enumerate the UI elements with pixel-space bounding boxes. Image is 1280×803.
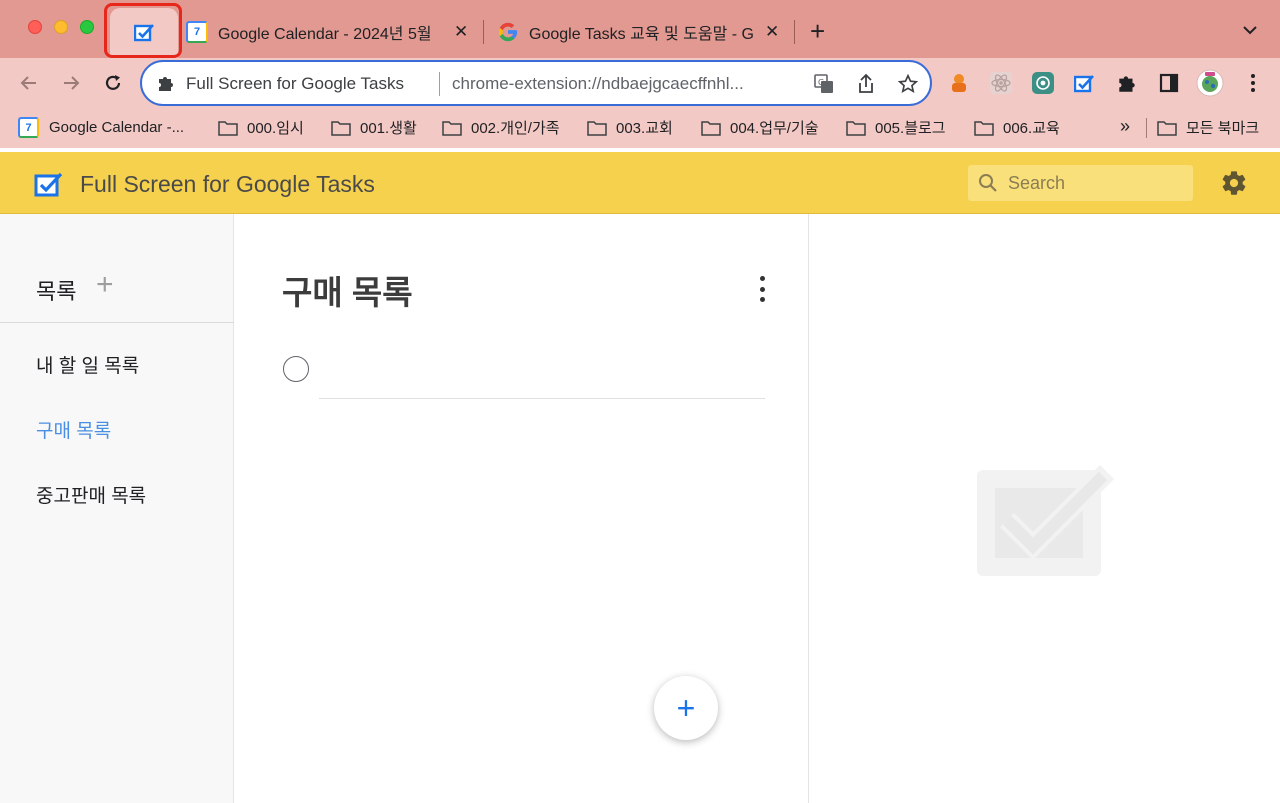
bookmarks-overflow-button[interactable]: » xyxy=(1120,116,1130,137)
react-devtools-icon[interactable] xyxy=(988,70,1014,96)
bookmark-label: 000.임시 xyxy=(247,120,304,137)
folder-icon xyxy=(331,120,351,136)
add-task-button[interactable]: + xyxy=(654,676,718,740)
browser-menu-icon[interactable] xyxy=(1240,70,1266,96)
folder-icon xyxy=(1157,120,1177,136)
bookmark-folder-001[interactable]: 001.생활 xyxy=(331,117,417,138)
tasks-extension-icon[interactable] xyxy=(1072,70,1098,96)
app-header: Full Screen for Google Tasks xyxy=(0,152,1280,214)
bookmark-label: 001.생활 xyxy=(360,120,417,137)
tab-divider xyxy=(483,20,484,44)
sidebar-item-resale-list[interactable]: 중고판매 목록 xyxy=(36,481,146,508)
add-list-button[interactable]: + xyxy=(96,270,114,300)
maximize-window-button[interactable] xyxy=(80,20,94,34)
app-title: Full Screen for Google Tasks xyxy=(80,171,375,197)
folder-icon xyxy=(442,120,462,136)
svg-text:G: G xyxy=(818,78,824,87)
all-bookmarks-folder[interactable]: 모든 북마크 xyxy=(1157,117,1259,138)
search-input[interactable] xyxy=(1008,169,1183,197)
sidebar-title: 목록 xyxy=(36,279,77,304)
bookmark-label: 모든 북마크 xyxy=(1186,120,1260,137)
bookmark-label: 002.개인/가족 xyxy=(471,120,560,137)
bookmark-folder-004[interactable]: 004.업무/기술 xyxy=(701,117,819,138)
folder-icon xyxy=(587,120,607,136)
browser-toolbar: Full Screen for Google Tasks chrome-exte… xyxy=(0,58,1280,108)
tab-search-chevron-icon[interactable] xyxy=(1240,20,1260,40)
bookmarks-bar: 7 Google Calendar -... 000.임시 001.생활 002… xyxy=(0,108,1280,148)
new-tab-button[interactable]: + xyxy=(810,18,825,44)
reload-icon xyxy=(105,75,121,90)
close-tab-button[interactable]: ✕ xyxy=(454,22,468,42)
side-panel-icon[interactable] xyxy=(1156,70,1182,96)
new-task-input[interactable] xyxy=(319,352,765,399)
orange-extension-icon[interactable] xyxy=(946,70,972,96)
bookmark-label: Google Calendar -... xyxy=(49,119,185,136)
tab-divider xyxy=(794,20,795,44)
google-calendar-icon: 7 xyxy=(186,21,208,43)
bookmark-folder-000[interactable]: 000.임시 xyxy=(218,117,304,138)
bookmarks-divider xyxy=(1146,118,1147,138)
bookmark-label: 006.교육 xyxy=(1003,120,1060,137)
list-options-menu-icon[interactable] xyxy=(754,276,770,302)
share-icon[interactable] xyxy=(854,72,878,96)
close-window-button[interactable] xyxy=(28,20,42,34)
task-detail-panel xyxy=(809,214,1280,803)
active-tab-highlight xyxy=(104,3,182,58)
extensions-puzzle-icon[interactable] xyxy=(1114,70,1140,96)
bookmark-label: 005.블로그 xyxy=(875,120,946,137)
translate-icon[interactable]: G xyxy=(812,72,836,96)
bookmark-star-icon[interactable] xyxy=(896,72,920,96)
close-tab-button[interactable]: ✕ xyxy=(765,22,779,42)
task-list-panel: 구매 목록 + xyxy=(234,214,809,803)
forward-arrow-icon xyxy=(64,76,80,90)
tasks-logo-icon xyxy=(34,170,64,198)
task-complete-checkbox[interactable] xyxy=(283,356,309,382)
bookmark-folder-006[interactable]: 006.교육 xyxy=(974,117,1060,138)
chatgpt-extension-icon[interactable] xyxy=(1030,70,1056,96)
bookmark-folder-005[interactable]: 005.블로그 xyxy=(846,117,946,138)
folder-icon xyxy=(846,120,866,136)
empty-state-checkbox-icon xyxy=(975,458,1115,578)
search-icon xyxy=(979,174,997,192)
folder-icon xyxy=(701,120,721,136)
sidebar-header: 목록 + xyxy=(0,214,234,323)
bookmark-folder-002[interactable]: 002.개인/가족 xyxy=(442,117,560,138)
address-bar-page-title: Full Screen for Google Tasks xyxy=(186,74,404,93)
google-g-icon xyxy=(498,22,518,42)
back-button[interactable] xyxy=(14,68,44,98)
address-divider xyxy=(439,72,440,96)
tab-google-calendar[interactable]: 7 Google Calendar - 2024년 5월 ✕ xyxy=(186,14,476,50)
forward-button[interactable] xyxy=(56,68,86,98)
search-box[interactable] xyxy=(968,165,1193,201)
folder-icon xyxy=(218,120,238,136)
reload-button[interactable] xyxy=(98,68,128,98)
tab-google-tasks-help[interactable]: Google Tasks 교육 및 도움말 - G ✕ xyxy=(497,14,787,50)
sidebar-item-my-tasks[interactable]: 내 할 일 목록 xyxy=(36,351,139,378)
tab-title: Google Calendar - 2024년 5월 xyxy=(218,26,432,43)
lists-sidebar: 목록 + 내 할 일 목록 구매 목록 중고판매 목록 xyxy=(0,214,234,803)
folder-icon xyxy=(974,120,994,136)
address-bar[interactable]: Full Screen for Google Tasks chrome-exte… xyxy=(140,60,932,106)
tab-title: Google Tasks 교육 및 도움말 - G xyxy=(529,26,754,43)
sidebar-item-shopping-list[interactable]: 구매 목록 xyxy=(36,416,111,443)
bookmark-folder-003[interactable]: 003.교회 xyxy=(587,117,673,138)
bookmark-google-calendar[interactable]: 7 Google Calendar -... xyxy=(18,117,184,138)
bookmark-label: 004.업무/기술 xyxy=(730,120,819,137)
address-bar-url: chrome-extension://ndbaejgcaecffnhl... xyxy=(452,74,744,93)
puzzle-icon xyxy=(156,73,176,93)
google-calendar-icon: 7 xyxy=(18,117,39,138)
profile-avatar[interactable] xyxy=(1196,69,1224,97)
back-arrow-icon xyxy=(20,76,36,90)
gear-icon[interactable] xyxy=(1220,169,1248,197)
minimize-window-button[interactable] xyxy=(54,20,68,34)
list-title: 구매 목록 xyxy=(282,274,413,311)
bookmark-label: 003.교회 xyxy=(616,120,673,137)
browser-tab-bar: 7 Google Calendar - 2024년 5월 ✕ Google Ta… xyxy=(0,0,1280,58)
